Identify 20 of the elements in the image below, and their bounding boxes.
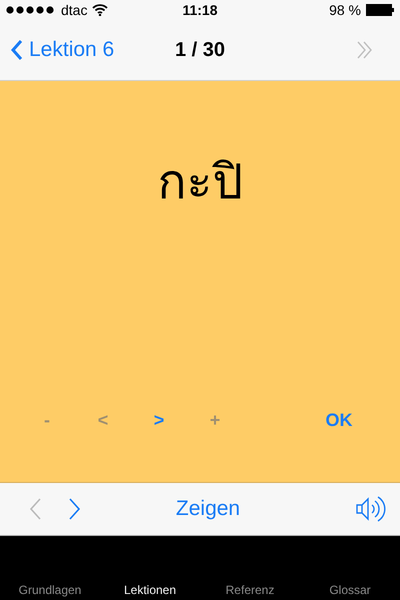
chevron-left-icon [10,39,23,61]
tab-bar-item[interactable]: Grundlagen [0,582,100,598]
chevron-right-icon [68,497,82,521]
tab-bar-item[interactable]: Glossar [300,582,400,598]
show-button[interactable]: Zeigen [170,496,246,522]
clock: 11:18 [182,2,218,18]
signal-icon [6,6,56,14]
tab-bar-item[interactable]: Lektionen [100,582,200,598]
card-control-button[interactable]: OK [304,409,374,432]
thai-word: กะปิ [158,153,242,212]
tab-bar-item[interactable]: Referenz [200,582,300,598]
battery-percentage: 98 % [329,2,361,18]
carrier-name: dtac [61,2,88,18]
back-button[interactable]: Lektion 6 [10,38,114,62]
card-control-button[interactable]: > [131,409,187,432]
chevron-left-icon [28,497,42,521]
wifi-icon [92,4,108,16]
battery-icon [366,4,394,16]
card-counter: 1 / 30 [174,38,226,62]
speaker-icon[interactable] [356,496,386,522]
